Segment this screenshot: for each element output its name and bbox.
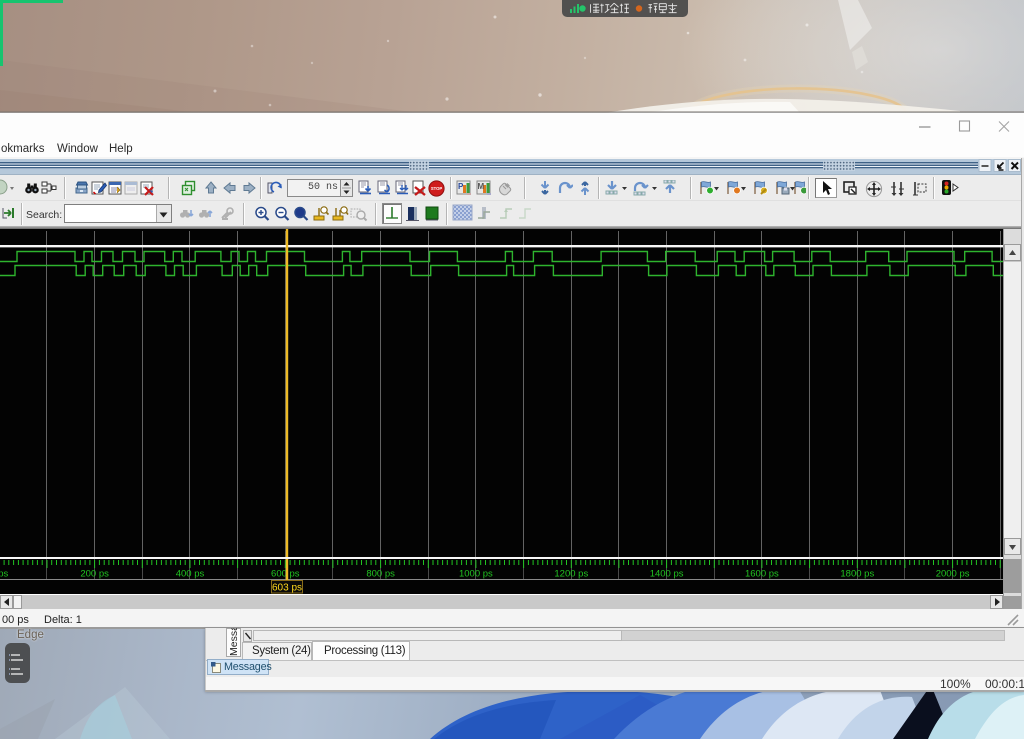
svg-text:603 ps: 603 ps: [272, 583, 302, 594]
svg-text:1400 ps: 1400 ps: [650, 568, 684, 579]
svg-text:2000 ps: 2000 ps: [936, 568, 970, 579]
svg-text:1000 ps: 1000 ps: [459, 568, 493, 579]
svg-text:1200 ps: 1200 ps: [554, 568, 588, 579]
svg-text:Messa: Messa: [228, 628, 240, 656]
svg-text:P: P: [458, 182, 464, 191]
svg-text:1600 ps: 1600 ps: [745, 568, 779, 579]
svg-text:1800 ps: 1800 ps: [840, 568, 874, 579]
svg-text:STOP: STOP: [431, 186, 443, 191]
svg-text:600 ps: 600 ps: [271, 568, 300, 579]
svg-text:400 ps: 400 ps: [176, 568, 205, 579]
svg-text:800 ps: 800 ps: [366, 568, 395, 579]
svg-text:200 ps: 200 ps: [80, 568, 109, 579]
svg-text:0 ps: 0 ps: [0, 568, 9, 579]
svg-text:M: M: [478, 182, 485, 191]
